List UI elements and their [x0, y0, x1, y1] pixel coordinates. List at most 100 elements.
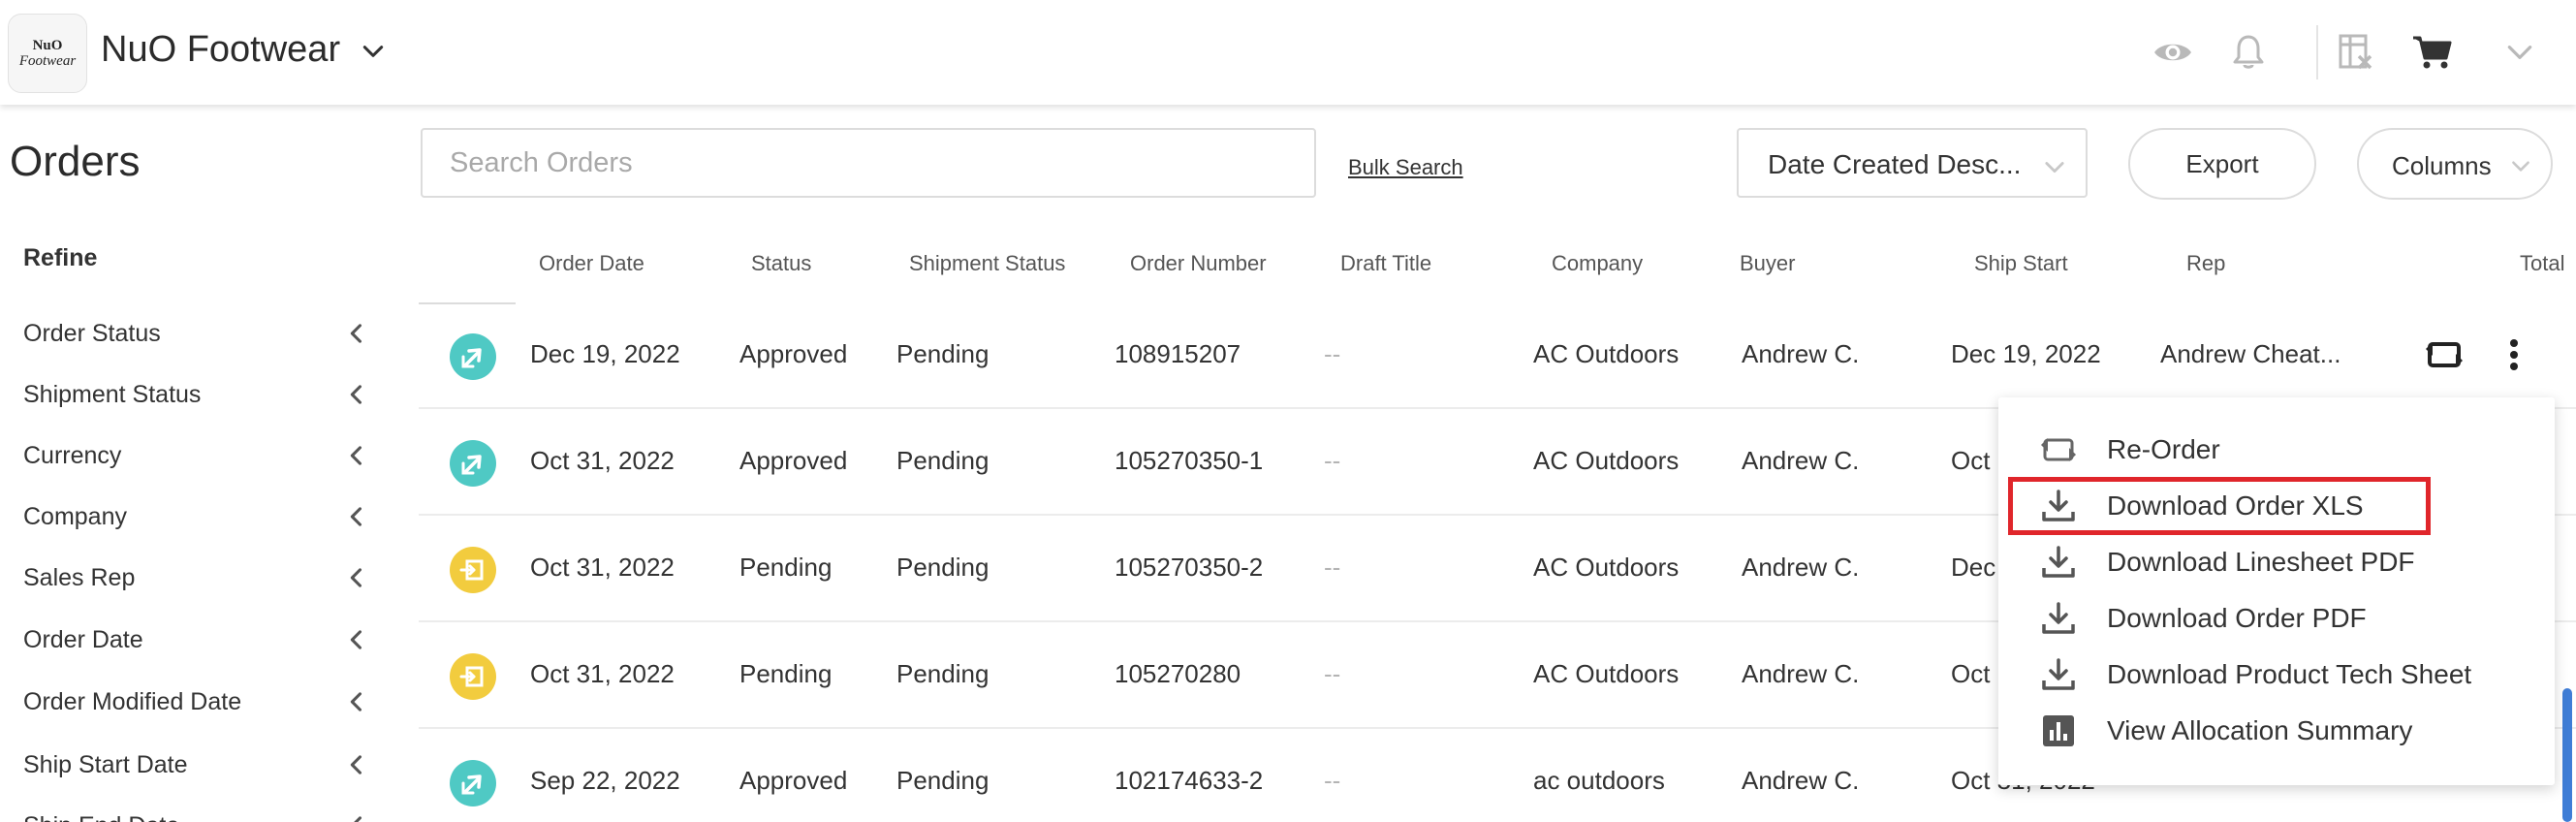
column-header[interactable]: Order Date	[539, 251, 644, 276]
cell-draft: --	[1324, 766, 1341, 795]
cell-number: 105270280	[1115, 659, 1241, 688]
more-options-icon[interactable]	[2500, 335, 2528, 374]
cell-draft: --	[1324, 446, 1341, 475]
reorder-icon[interactable]	[2425, 335, 2464, 374]
cell-buyer: Andrew C.	[1742, 553, 1860, 582]
filter-ship-end-date[interactable]: Ship End Date	[23, 806, 372, 822]
cell-status: Pending	[739, 553, 832, 582]
filter-ship-start-date[interactable]: Ship Start Date	[23, 745, 372, 784]
cell-company: AC Outdoors	[1533, 446, 1680, 475]
search-input[interactable]	[421, 128, 1316, 198]
spreadsheet-icon[interactable]	[2334, 31, 2376, 74]
menu-item-download-product-tech-sheet[interactable]: Download Product Tech Sheet	[1998, 646, 2555, 700]
filter-shipment-status[interactable]: Shipment Status	[23, 375, 372, 414]
chart-icon	[2043, 715, 2074, 746]
pending-enter-icon	[459, 559, 484, 581]
cell-order-date: Sep 22, 2022	[530, 766, 680, 795]
chevron-left-icon	[350, 692, 362, 711]
column-header[interactable]: Buyer	[1740, 251, 1795, 276]
sort-select[interactable]: Date Created Desc...	[1737, 128, 2088, 198]
header-divider	[2316, 25, 2318, 79]
bell-icon[interactable]	[2227, 31, 2270, 74]
cell-shipment: Pending	[896, 339, 990, 368]
column-header[interactable]: Total	[2520, 251, 2564, 276]
cell-order-date: Oct 31, 2022	[530, 446, 675, 475]
chevron-down-icon	[2045, 162, 2064, 174]
columns-button[interactable]: Columns	[2357, 128, 2553, 200]
filter-sales-rep[interactable]: Sales Rep	[23, 558, 372, 597]
filter-label: Company	[23, 503, 127, 530]
chevron-left-icon	[350, 755, 362, 775]
column-header[interactable]: Status	[751, 251, 811, 276]
chevron-left-icon	[350, 568, 362, 587]
reorder-icon	[2041, 438, 2076, 461]
refine-heading: Refine	[23, 244, 98, 271]
filter-company[interactable]: Company	[23, 497, 372, 536]
cell-company: AC Outdoors	[1533, 659, 1680, 688]
cell-shipment: Pending	[896, 553, 990, 582]
cell-shipment: Pending	[896, 446, 990, 475]
columns-label: Columns	[2392, 151, 2492, 180]
cell-status: Approved	[739, 339, 848, 368]
filter-currency[interactable]: Currency	[23, 436, 372, 475]
cell-company: AC Outdoors	[1533, 553, 1680, 582]
status-badge	[450, 760, 496, 806]
column-header[interactable]: Rep	[2186, 251, 2225, 276]
column-header[interactable]: Draft Title	[1340, 251, 1431, 276]
cell-buyer: Andrew C.	[1742, 446, 1860, 475]
menu-item-download-linesheet-pdf[interactable]: Download Linesheet PDF	[1998, 533, 2555, 587]
chevron-down-icon[interactable]	[361, 39, 386, 64]
column-header[interactable]: Ship Start	[1974, 251, 2068, 276]
cell-ship-start: Dec 19, 2022	[1951, 339, 2101, 368]
approved-arrow-icon	[461, 348, 482, 368]
logo-line2: Footwear	[18, 53, 77, 69]
cell-draft: --	[1324, 553, 1341, 582]
chevron-left-icon	[350, 385, 362, 404]
filter-order-status[interactable]: Order Status	[23, 314, 372, 353]
filter-label: Order Date	[23, 626, 143, 653]
chevron-left-icon	[354, 816, 362, 822]
menu-item-download-order-pdf[interactable]: Download Order PDF	[1998, 589, 2555, 644]
cell-ship-start: Oct	[1951, 446, 1991, 475]
scrollbar[interactable]	[2562, 688, 2572, 822]
filter-order-date[interactable]: Order Date	[23, 620, 372, 659]
brand-name[interactable]: NuO Footwear	[101, 29, 340, 71]
cell-shipment: Pending	[896, 659, 990, 688]
cell-draft: --	[1324, 659, 1341, 688]
pending-enter-icon	[459, 666, 484, 687]
column-header[interactable]: Company	[1552, 251, 1643, 276]
cell-company: AC Outdoors	[1533, 339, 1680, 368]
column-header[interactable]: Shipment Status	[909, 251, 1065, 276]
menu-item-view-allocation-summary[interactable]: View Allocation Summary	[1998, 702, 2555, 756]
export-button[interactable]: Export	[2128, 128, 2316, 200]
company-logo[interactable]: NuO Footwear	[8, 14, 87, 93]
menu-item-label: Download Order PDF	[2107, 603, 2367, 633]
chevron-down-icon[interactable]	[2504, 37, 2535, 68]
cell-rep: Andrew Cheat...	[2160, 339, 2341, 368]
page-title: Orders	[10, 138, 141, 185]
filter-label: Order Modified Date	[23, 688, 242, 715]
filter-label: Sales Rep	[23, 564, 136, 591]
menu-item-re-order[interactable]: Re-Order	[1998, 421, 2555, 475]
download-icon	[2042, 490, 2075, 522]
menu-item-download-order-xls[interactable]: Download Order XLS	[1998, 477, 2555, 531]
sort-value: Date Created Desc...	[1768, 149, 2022, 179]
eye-icon[interactable]	[2152, 31, 2194, 74]
cell-ship-start: Dec	[1951, 553, 1996, 582]
cell-ship-start: Oct	[1951, 659, 1991, 688]
approved-arrow-icon	[461, 455, 482, 475]
filter-label: Order Status	[23, 320, 161, 347]
cell-order-date: Dec 19, 2022	[530, 339, 680, 368]
cell-draft: --	[1324, 339, 1341, 368]
cart-icon[interactable]	[2411, 31, 2454, 74]
filter-label: Ship Start Date	[23, 751, 188, 778]
filter-order-modified-date[interactable]: Order Modified Date	[23, 682, 372, 721]
status-badge	[450, 333, 496, 380]
approved-arrow-icon	[461, 775, 482, 795]
cell-shipment: Pending	[896, 766, 990, 795]
bulk-search-link[interactable]: Bulk Search	[1348, 155, 1463, 180]
chevron-left-icon	[350, 324, 362, 343]
table-row[interactable]: Dec 19, 2022 Approved Pending 108915207 -- AC…	[419, 302, 2576, 409]
column-header[interactable]: Order Number	[1130, 251, 1267, 276]
menu-item-label: Re-Order	[2107, 434, 2220, 464]
